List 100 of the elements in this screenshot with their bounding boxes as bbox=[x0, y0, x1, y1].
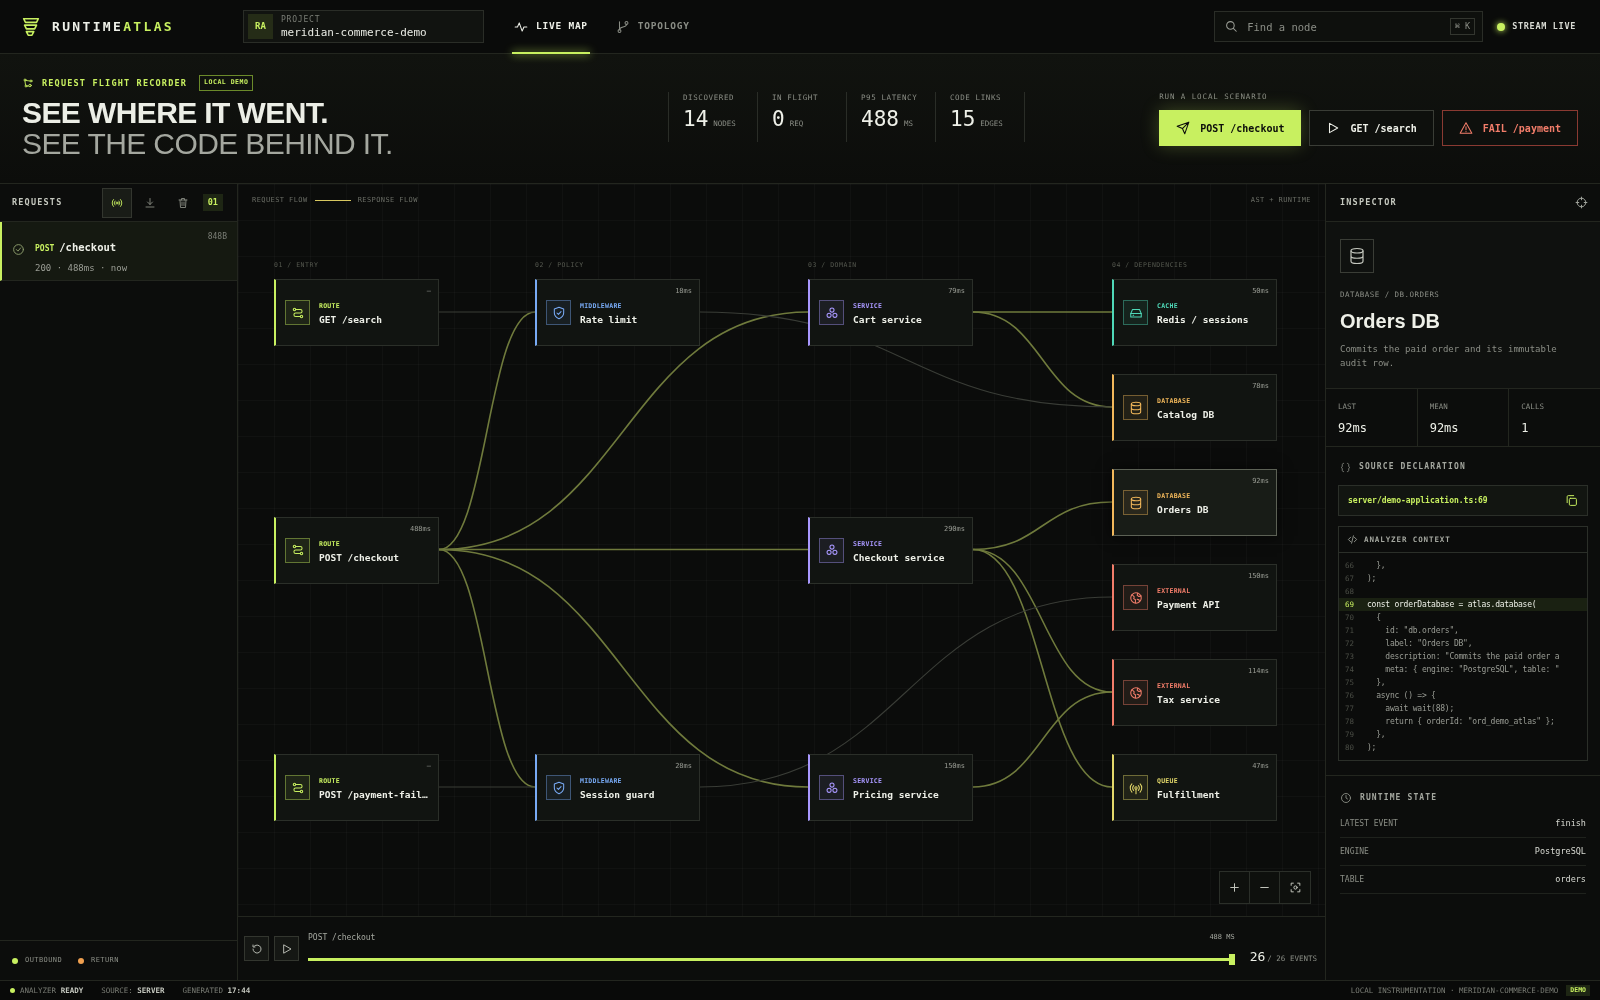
search-icon bbox=[1224, 19, 1239, 33]
count-badge: 01 bbox=[202, 194, 223, 211]
stat-value: 14 bbox=[683, 109, 709, 131]
code-line: id: "db.orders", bbox=[1384, 624, 1459, 637]
split-path-icon bbox=[285, 537, 310, 563]
project-label: PROJECT bbox=[281, 15, 322, 24]
globe-icon bbox=[1123, 585, 1148, 610]
state-value: PostgreSQL bbox=[1534, 845, 1586, 859]
brand-name: RUNTIME ATLAS bbox=[52, 17, 174, 36]
request-method: POST bbox=[35, 243, 55, 255]
pulse-icon bbox=[514, 19, 528, 34]
node-name: Pricing service bbox=[853, 788, 939, 802]
database-icon bbox=[1123, 395, 1148, 420]
play-button[interactable] bbox=[274, 936, 299, 961]
braces-icon bbox=[1340, 461, 1351, 473]
node-name: Payment API bbox=[1157, 598, 1220, 612]
node-name: Orders DB bbox=[1157, 503, 1209, 517]
database-icon bbox=[1340, 239, 1374, 273]
code-line: meta: { engine: "PostgreSQL", table: " bbox=[1384, 663, 1560, 676]
nav-tab[interactable]: TOPOLOGY bbox=[613, 0, 692, 53]
scenario-button[interactable]: FAIL /payment bbox=[1441, 110, 1578, 147]
split-path-icon bbox=[285, 775, 310, 800]
stat-value: 15 bbox=[950, 109, 976, 131]
node-name: Cart service bbox=[853, 313, 922, 327]
code-line: label: "Orders DB", bbox=[1384, 637, 1473, 650]
three-circles-icon bbox=[819, 300, 844, 325]
request-meta: 200 · 488ms · now bbox=[35, 261, 128, 275]
shield-icon bbox=[546, 300, 571, 325]
state-label: ENGINE bbox=[1340, 845, 1369, 858]
stat-value: 0 bbox=[772, 109, 785, 131]
logo-icon bbox=[20, 15, 42, 38]
node-name: Checkout service bbox=[853, 550, 945, 565]
section-title: RUNTIME STATE bbox=[1360, 792, 1438, 805]
request-size: 848B bbox=[207, 231, 227, 243]
code-line: await wait(88); bbox=[1384, 702, 1454, 715]
copy-icon[interactable] bbox=[1565, 494, 1578, 508]
state-label: TABLE bbox=[1340, 873, 1365, 886]
node-name: Fulfillment bbox=[1157, 788, 1220, 802]
globe-icon bbox=[1123, 680, 1148, 705]
play-icon bbox=[1326, 121, 1341, 136]
subheadline: SEE THE CODE BEHIND IT. bbox=[22, 127, 394, 159]
metric-value: 1 bbox=[1521, 419, 1530, 437]
node-name: Redis / sessions bbox=[1157, 313, 1249, 327]
antenna-icon bbox=[1123, 775, 1148, 800]
node-name: GET /search bbox=[319, 313, 382, 327]
project-avatar: RA bbox=[248, 14, 273, 39]
node-name: Session guard bbox=[580, 788, 655, 802]
progress-slider[interactable] bbox=[308, 954, 1235, 965]
node-name: Catalog DB bbox=[1157, 408, 1215, 422]
broadcast-icon bbox=[110, 196, 123, 209]
three-circles-icon bbox=[819, 775, 844, 800]
clock-icon bbox=[1340, 792, 1352, 805]
code-icon bbox=[1347, 534, 1358, 546]
paper-plane-icon bbox=[1176, 121, 1191, 136]
download-icon bbox=[143, 196, 156, 209]
branch-icon bbox=[615, 19, 630, 34]
request-item[interactable]: POST /checkout 200 · 488ms · now 848B bbox=[0, 222, 237, 281]
node-title: Orders DB bbox=[1340, 309, 1442, 335]
scenario-button[interactable]: GET /search bbox=[1309, 110, 1434, 147]
crosshair-icon[interactable] bbox=[1575, 196, 1588, 209]
drive-icon bbox=[1123, 300, 1148, 325]
metric-value: 92ms bbox=[1429, 419, 1460, 437]
state-value: orders bbox=[1555, 873, 1586, 887]
code-line: return { orderId: "ord_demo_atlas" }; bbox=[1384, 715, 1555, 728]
sparkle-icon bbox=[22, 76, 34, 89]
scenario-button[interactable]: POST /checkout bbox=[1159, 110, 1302, 147]
stat-value: 488 bbox=[861, 109, 899, 131]
three-circles-icon bbox=[819, 537, 844, 563]
code-line: description: "Commits the paid order a bbox=[1384, 650, 1560, 663]
code-line: const orderDatabase = atlas.database( bbox=[1367, 598, 1537, 611]
replay-button[interactable] bbox=[244, 936, 269, 961]
code-line: }, bbox=[1375, 676, 1386, 689]
fit-view-icon bbox=[1288, 881, 1302, 894]
play-icon bbox=[280, 942, 293, 955]
code-line: }, bbox=[1375, 728, 1386, 741]
panel-title: REQUESTS bbox=[12, 196, 63, 209]
code-line: ); bbox=[1367, 572, 1377, 585]
request-path: /checkout bbox=[59, 240, 117, 255]
replay-icon bbox=[250, 942, 263, 955]
shortcut-hint: ⌘ K bbox=[1449, 18, 1476, 35]
node-description: Commits the paid order and its immutable audit row. bbox=[1340, 343, 1558, 371]
event-count: 26 bbox=[1249, 947, 1266, 966]
node-name: Rate limit bbox=[580, 313, 638, 327]
code-line: async () => { bbox=[1375, 689, 1436, 702]
code-line: { bbox=[1375, 611, 1381, 624]
section-title: SOURCE DECLARATION bbox=[1359, 461, 1466, 474]
database-icon bbox=[1123, 490, 1148, 515]
trash-icon bbox=[176, 196, 189, 209]
headline: SEE WHERE IT WENT. bbox=[22, 96, 329, 128]
panel-title: INSPECTOR bbox=[1340, 196, 1397, 209]
live-capture-button[interactable] bbox=[101, 187, 132, 218]
code-line: }, bbox=[1375, 559, 1386, 572]
node-name: POST /payment-fail… bbox=[319, 788, 428, 802]
legend-line bbox=[314, 199, 351, 201]
project-selector[interactable]: RA PROJECT meridian-commerce-demo bbox=[243, 10, 484, 43]
metric-value: 92ms bbox=[1338, 419, 1368, 437]
timeline-request: POST /checkout bbox=[308, 932, 376, 944]
nav-tab[interactable]: LIVE MAP bbox=[512, 0, 590, 53]
code-line: ); bbox=[1367, 741, 1377, 754]
node-name: Tax service bbox=[1157, 693, 1220, 707]
